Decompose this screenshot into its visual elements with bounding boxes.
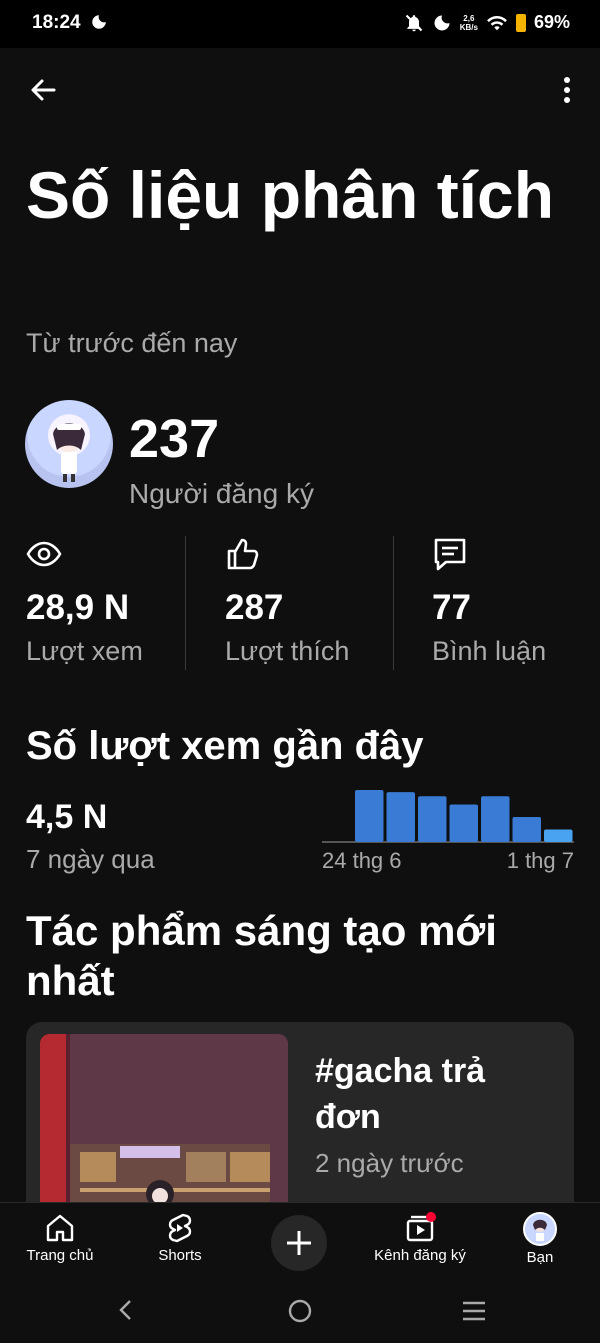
moon-icon — [92, 15, 106, 29]
shorts-icon — [168, 1213, 192, 1243]
top-app-bar — [0, 60, 600, 116]
likes-label: Lượt thích — [225, 636, 350, 666]
thumbs-up-icon — [227, 538, 259, 570]
nav-home[interactable]: Trang chủ — [0, 1211, 120, 1264]
recent-views-value: 4,5 N — [26, 798, 108, 836]
nav-you[interactable]: Bạn — [480, 1211, 600, 1266]
latest-content-heading: Tác phẩm sáng tạo mới nhất — [26, 907, 497, 1004]
nav-home-label: Trang chủ — [26, 1247, 94, 1264]
stat-divider — [185, 536, 186, 670]
channel-avatar — [25, 400, 113, 488]
subscriber-count: 237 — [129, 409, 220, 469]
page-title: Số liệu phân tích — [26, 158, 555, 232]
avatar-icon — [523, 1212, 557, 1246]
eye-icon — [26, 541, 62, 567]
stat-views: 28,9 N Lượt xem — [26, 536, 176, 670]
chart-tick-label: 1 thg 7 — [507, 848, 574, 873]
system-navigation-bar — [0, 1286, 600, 1343]
bottom-navigation: Trang chủ Shorts Kênh đăng ký Bạn — [0, 1202, 600, 1287]
chart-bar — [449, 804, 478, 842]
video-thumbnail[interactable] — [40, 1034, 288, 1222]
moon-icon — [434, 15, 450, 30]
page-subtitle: Từ trước đến nay — [26, 328, 238, 358]
status-time: 18:24 — [32, 12, 108, 34]
chart-bar — [418, 796, 447, 842]
stat-divider — [393, 536, 394, 670]
system-back-icon[interactable] — [115, 1298, 137, 1322]
speed-unit: KB/s — [459, 22, 478, 32]
views-value: 28,9 N — [26, 588, 130, 627]
chart-bar — [512, 817, 541, 842]
wifi-icon — [487, 15, 507, 30]
home-icon — [46, 1214, 74, 1242]
views-label: Lượt xem — [26, 636, 143, 666]
chart-bar — [544, 829, 573, 842]
chart-bar — [386, 792, 415, 842]
chart-bar — [355, 790, 384, 842]
video-title[interactable]: #gacha trả đơn — [315, 1048, 555, 1140]
nav-shorts[interactable]: Shorts — [120, 1211, 240, 1264]
video-time: 2 ngày trước — [315, 1148, 464, 1178]
subscriptions-icon — [406, 1212, 436, 1242]
stat-likes: 287 Lượt thích — [225, 536, 375, 670]
chart-bar — [481, 796, 510, 842]
more-vert-icon[interactable] — [552, 70, 582, 110]
likes-value: 287 — [225, 588, 284, 627]
chart-tick-label: 24 thg 6 — [322, 848, 402, 873]
latest-content-card[interactable]: #gacha trả đơn 2 ngày trước — [26, 1022, 574, 1222]
thumbnail-image — [40, 1034, 288, 1222]
comments-value: 77 — [432, 588, 471, 627]
recent-views-chart[interactable]: 24 thg 6 1 thg 7 — [322, 786, 574, 874]
nav-subscriptions[interactable]: Kênh đăng ký — [360, 1211, 480, 1264]
system-home-icon[interactable] — [287, 1298, 313, 1324]
recent-views-heading: Số lượt xem gần đây — [26, 724, 424, 768]
comment-icon — [434, 538, 466, 571]
create-button[interactable] — [271, 1215, 327, 1271]
nav-shorts-label: Shorts — [158, 1247, 202, 1264]
battery-percent: 69% — [533, 12, 570, 32]
comments-label: Bình luận — [432, 636, 547, 666]
stat-comments: 77 Bình luận — [432, 536, 582, 670]
nav-you-label: Bạn — [526, 1249, 554, 1266]
battery-icon — [515, 13, 526, 32]
system-recents-icon[interactable] — [461, 1299, 487, 1323]
status-bar: 18:24 2,6 KB/s 69% — [0, 0, 600, 48]
nav-subscriptions-label: Kênh đăng ký — [374, 1247, 466, 1264]
status-icons: 2,6 KB/s 69% — [404, 12, 570, 33]
bell-off-icon — [405, 14, 422, 31]
clock-text: 18:24 — [32, 12, 81, 33]
avatar-illustration — [53, 423, 85, 482]
network-speed: 2,6 KB/s — [460, 14, 478, 32]
add-icon — [287, 1231, 311, 1255]
subscriber-label: Người đăng ký — [129, 478, 314, 509]
speed-value: 2,6 — [463, 13, 475, 23]
back-arrow-icon[interactable] — [24, 70, 64, 110]
recent-views-period: 7 ngày qua — [26, 844, 155, 874]
